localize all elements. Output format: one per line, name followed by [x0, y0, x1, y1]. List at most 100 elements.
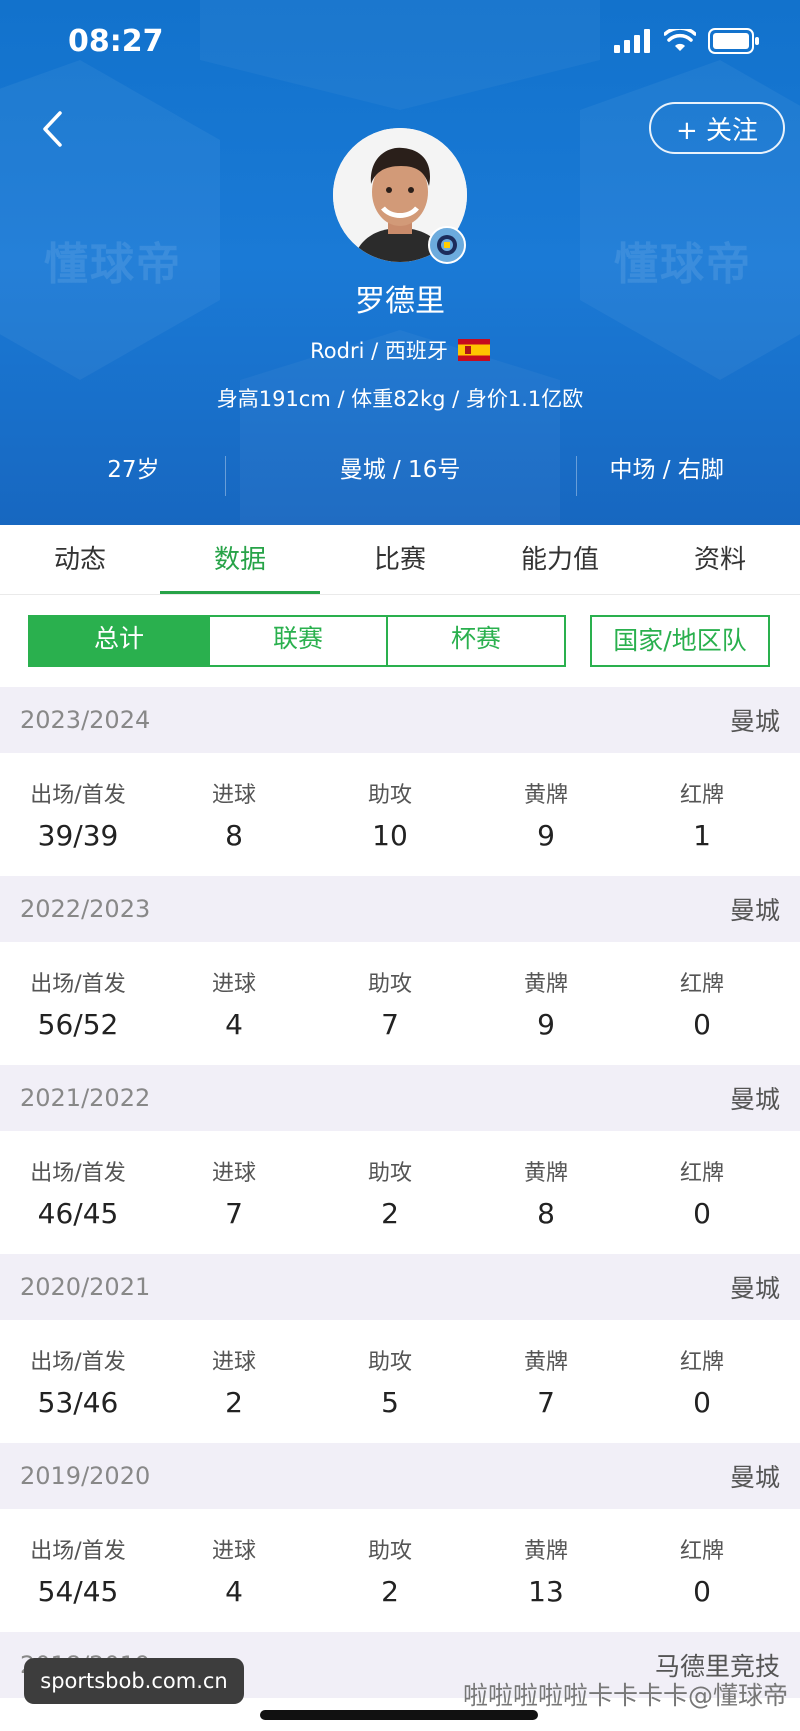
stat-label: 出场/首发	[30, 1350, 126, 1375]
stat-apps: 出场/首发 53/46	[0, 1320, 156, 1442]
stat-value: 0	[693, 1008, 711, 1041]
stat-value: 7	[381, 1008, 399, 1041]
season-stats-row: 出场/首发 46/45 进球 7 助攻 2 黄牌 8 红牌 0	[0, 1131, 800, 1253]
stat-yellow-cards: 黄牌 9	[468, 942, 624, 1064]
manchester-city-crest-icon	[437, 235, 457, 255]
home-indicator[interactable]	[260, 1710, 538, 1720]
club-badge-icon	[428, 226, 466, 264]
stat-label: 助攻	[367, 1350, 412, 1375]
season-club: 曼城	[729, 896, 780, 925]
stat-label: 红牌	[679, 1350, 724, 1375]
stat-label: 助攻	[367, 783, 412, 808]
stat-value: 7	[225, 1197, 243, 1230]
stat-label: 红牌	[679, 783, 724, 808]
stat-red-cards: 红牌 1	[624, 753, 780, 875]
stat-apps: 出场/首发 46/45	[0, 1131, 156, 1253]
stat-value: 5	[381, 1386, 399, 1419]
player-measurements: 身高191cm / 体重82kg / 身价1.1亿欧	[216, 387, 584, 411]
stat-value: 1	[693, 819, 711, 852]
stat-assists: 助攻 2	[312, 1509, 468, 1631]
subtab-league[interactable]: 联赛	[208, 617, 386, 665]
season-header[interactable]: 2021/2022 曼城	[0, 1065, 800, 1131]
stat-value: 46/45	[37, 1197, 119, 1230]
tab-profile[interactable]: 资料	[640, 525, 800, 594]
stat-label: 进球	[211, 783, 256, 808]
stat-value: 56/52	[37, 1008, 119, 1041]
season-year: 2020/2021	[20, 1273, 151, 1301]
wifi-icon	[664, 29, 696, 51]
subtab-cup[interactable]: 杯赛	[386, 617, 564, 665]
stat-label: 助攻	[367, 1539, 412, 1564]
main-tabs: 动态 数据 比赛 能力值 资料	[0, 525, 800, 595]
stat-red-cards: 红牌 0	[624, 942, 780, 1064]
stat-value: 13	[528, 1575, 564, 1608]
stat-value: 2	[225, 1386, 243, 1419]
subtab-total[interactable]: 总计	[30, 617, 208, 665]
stat-red-cards: 红牌 0	[624, 1131, 780, 1253]
player-club-number: 曼城 / 16号	[339, 457, 461, 483]
subtabs: 总计 联赛 杯赛	[28, 615, 566, 667]
player-name: 罗德里	[355, 284, 445, 319]
tab-data[interactable]: 数据	[160, 525, 320, 594]
season-club: 曼城	[729, 707, 780, 736]
stat-label: 红牌	[679, 1161, 724, 1186]
season-header[interactable]: 2019/2020 曼城	[0, 1443, 800, 1509]
stat-goals: 进球 4	[156, 942, 312, 1064]
stat-value: 8	[537, 1197, 555, 1230]
tab-ability[interactable]: 能力值	[480, 525, 640, 594]
back-button[interactable]	[30, 104, 74, 154]
stat-label: 进球	[211, 1350, 256, 1375]
stat-label: 进球	[211, 1161, 256, 1186]
season-header[interactable]: 2020/2021 曼城	[0, 1254, 800, 1320]
stat-red-cards: 红牌 0	[624, 1320, 780, 1442]
tab-dynamics[interactable]: 动态	[0, 525, 160, 594]
stat-value: 4	[225, 1008, 243, 1041]
player-origin: Rodri / 西班牙	[0, 335, 800, 365]
stat-label: 黄牌	[523, 783, 568, 808]
stat-value: 9	[537, 1008, 555, 1041]
stat-goals: 进球 2	[156, 1320, 312, 1442]
stat-label: 黄牌	[523, 1161, 568, 1186]
stat-label: 进球	[211, 1539, 256, 1564]
spain-flag-icon	[457, 339, 490, 361]
stat-value: 0	[693, 1386, 711, 1419]
source-badge: sportsbob.com.cn	[24, 1658, 244, 1704]
season-year: 2019/2020	[20, 1462, 151, 1490]
follow-button[interactable]: + 关注	[649, 102, 785, 154]
stat-label: 黄牌	[523, 972, 568, 997]
stat-label: 出场/首发	[30, 783, 126, 808]
season-stats-row: 出场/首发 39/39 进球 8 助攻 10 黄牌 9 红牌 1	[0, 753, 800, 875]
stat-label: 出场/首发	[30, 1161, 126, 1186]
stat-apps: 出场/首发 39/39	[0, 753, 156, 875]
stat-value: 10	[372, 819, 408, 852]
season-stats-row: 出场/首发 53/46 进球 2 助攻 5 黄牌 7 红牌 0	[0, 1320, 800, 1442]
stat-label: 出场/首发	[30, 972, 126, 997]
player-origin-text: Rodri / 西班牙	[310, 339, 448, 363]
stat-label: 出场/首发	[30, 1539, 126, 1564]
stat-value: 0	[693, 1575, 711, 1608]
stat-label: 助攻	[367, 1161, 412, 1186]
season-year: 2023/2024	[20, 706, 151, 734]
season-stats-row: 出场/首发 56/52 进球 4 助攻 7 黄牌 9 红牌 0	[0, 942, 800, 1064]
stat-label: 黄牌	[523, 1539, 568, 1564]
stat-value: 53/46	[37, 1386, 119, 1419]
season-header[interactable]: 2022/2023 曼城	[0, 876, 800, 942]
tab-matches[interactable]: 比赛	[320, 525, 480, 594]
stat-yellow-cards: 黄牌 9	[468, 753, 624, 875]
player-age: 27岁	[107, 457, 160, 483]
stat-assists: 助攻 7	[312, 942, 468, 1064]
stat-label: 助攻	[367, 972, 412, 997]
stat-value: 4	[225, 1575, 243, 1608]
divider	[225, 456, 226, 496]
stat-red-cards: 红牌 0	[624, 1509, 780, 1631]
season-club: 曼城	[729, 1085, 780, 1114]
competition-segmented-control: 总计 联赛 杯赛	[28, 615, 566, 667]
stat-assists: 助攻 2	[312, 1131, 468, 1253]
season-year: 2021/2022	[20, 1084, 151, 1112]
season-header[interactable]: 2023/2024 曼城	[0, 687, 800, 753]
season-club: 曼城	[729, 1274, 780, 1303]
subtab-national-team[interactable]: 国家/地区队	[590, 615, 770, 667]
stat-label: 进球	[211, 972, 256, 997]
stat-yellow-cards: 黄牌 8	[468, 1131, 624, 1253]
watermark-text: 啦啦啦啦啦卡卡卡卡@懂球帝	[462, 1681, 788, 1710]
